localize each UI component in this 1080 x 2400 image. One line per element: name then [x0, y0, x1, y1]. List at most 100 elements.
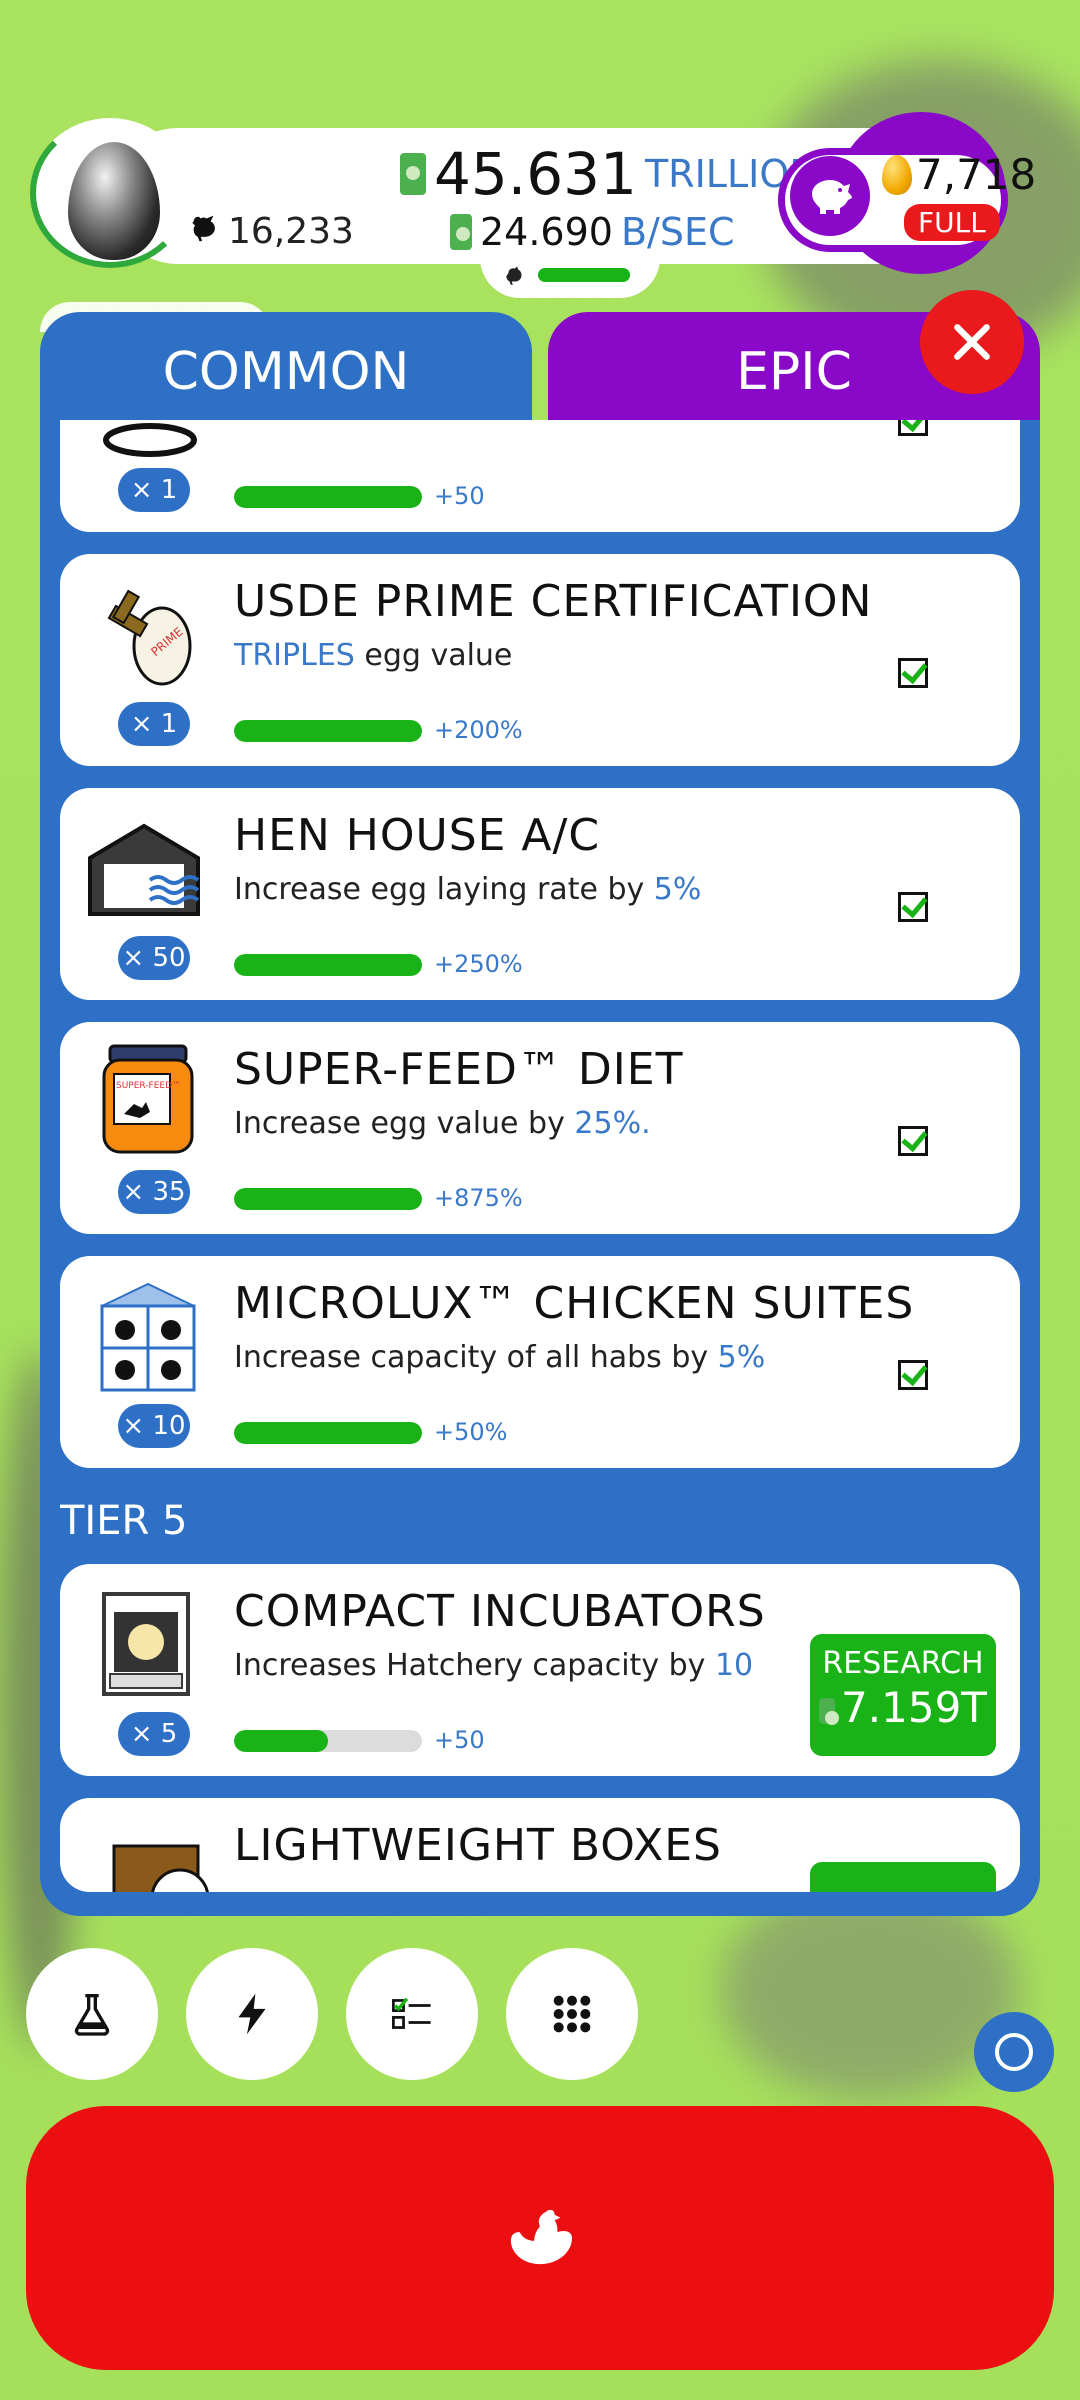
menu-button[interactable]: [506, 1948, 638, 2080]
research-progress-bar: [234, 486, 422, 508]
research-list[interactable]: × 1 +50 PRIME USDE PRIME CERTIFICATION T…: [60, 420, 1020, 1892]
top-bar: 16,233 45.631 TRILLION 24.690 B/SEC 7,71…: [30, 112, 1036, 298]
research-bonus: +875%: [434, 1184, 523, 1212]
description-highlight: 5%: [653, 872, 702, 907]
research-title: COMPACT INCUBATORS: [234, 1586, 766, 1637]
research-level-count: × 1: [118, 702, 190, 746]
chicken-icon: [502, 262, 528, 295]
research-card: COMPACT INCUBATORS Increases Hatchery ca…: [60, 1564, 1020, 1776]
boosts-button[interactable]: [186, 1948, 318, 2080]
lightweight-box-icon: [80, 1818, 220, 1892]
drone-progress-bar: [538, 268, 630, 282]
chicken-count-value: 16,233: [228, 211, 354, 252]
close-icon: [954, 324, 990, 360]
egg-icon: [68, 142, 160, 260]
research-progress-fill: [234, 1730, 328, 1752]
research-description: Increase egg laying rate by 5%: [234, 872, 701, 907]
research-button[interactable]: [810, 1862, 996, 1892]
research-level-count: × 5: [118, 1712, 190, 1756]
research-level-count: × 35: [118, 1170, 190, 1214]
grid-menu-icon: [553, 1995, 591, 2033]
checklist-icon: [392, 1997, 431, 2029]
assistant-button[interactable]: [974, 2012, 1054, 2092]
research-level-count: × 1: [118, 468, 190, 512]
description-text: Increases Hatchery capacity by: [234, 1648, 715, 1683]
drone-progress: [480, 258, 660, 298]
golden-egg-icon: [882, 154, 912, 195]
description-text: Increase egg value by: [234, 1106, 575, 1141]
egg-progress-ring[interactable]: [30, 118, 190, 268]
research-card: LIGHTWEIGHT BOXES: [60, 1798, 1020, 1892]
description-text: Increase egg laying rate by: [234, 872, 654, 907]
chicken-icon: [188, 210, 222, 253]
incubator-icon: [80, 1584, 220, 1704]
golden-egg-cluster[interactable]: 7,718 FULL: [748, 112, 1036, 274]
lightning-icon: [238, 1993, 266, 2035]
research-bonus: +50: [434, 1726, 485, 1754]
earning-rate-value: 24.690: [480, 210, 613, 254]
research-description: Increase egg value by 25%.: [234, 1106, 651, 1141]
chicken-suites-icon: [80, 1276, 220, 1396]
close-button[interactable]: [920, 290, 1024, 394]
completed-checkbox: [898, 892, 928, 922]
research-lab-button[interactable]: [26, 1948, 158, 2080]
golden-egg-count: 7,718: [882, 150, 1036, 199]
certification-stamp-icon: PRIME: [80, 574, 220, 694]
research-description: Increase capacity of all habs by 5%: [234, 1340, 765, 1375]
description-text: Increase capacity of all habs by: [234, 1340, 718, 1375]
silo-full-badge: FULL: [904, 204, 1000, 241]
research-progress-bar: [234, 1188, 422, 1210]
research-bonus: +250%: [434, 950, 523, 978]
research-level-count: × 10: [118, 1404, 190, 1448]
research-button-label: RESEARCH: [822, 1646, 984, 1681]
research-card: × 1 +50: [60, 420, 1020, 532]
research-title: MICROLUX™ CHICKEN SUITES: [234, 1278, 915, 1329]
completed-checkbox: [898, 658, 928, 688]
hen-house-icon: [80, 808, 220, 928]
research-cost: 7.159T: [810, 1683, 996, 1732]
research-bonus: +50%: [434, 1418, 508, 1446]
description-text: egg value: [354, 638, 513, 673]
research-panel: COMMON EPIC × 1 +50 PRIME USDE PRIME CER…: [40, 302, 1040, 1916]
research-progress-fill: [234, 486, 422, 508]
research-description: TRIPLES egg value: [234, 638, 512, 673]
money-amount: 45.631: [434, 140, 637, 208]
completed-checkbox: [898, 1360, 928, 1390]
completed-checkbox: [898, 420, 928, 436]
research-title: HEN HOUSE A/C: [234, 810, 601, 861]
chicken-icon: [510, 2209, 572, 2265]
research-card: HEN HOUSE A/C Increase egg laying rate b…: [60, 788, 1020, 1000]
money-bill-icon: [819, 1697, 840, 1725]
earning-rate-unit: B/SEC: [620, 210, 735, 254]
completed-checkbox: [898, 1126, 928, 1156]
research-icon: [80, 420, 220, 460]
research-card: PRIME USDE PRIME CERTIFICATION TRIPLES e…: [60, 554, 1020, 766]
flask-icon: [74, 1994, 110, 2036]
research-card: MICROLUX™ CHICKEN SUITES Increase capaci…: [60, 1256, 1020, 1468]
research-progress-fill: [234, 954, 422, 976]
research-button[interactable]: RESEARCH 7.159T: [810, 1634, 996, 1756]
tab-common[interactable]: COMMON: [40, 312, 532, 432]
description-text: .: [641, 1106, 651, 1141]
money-bill-icon: [450, 214, 472, 250]
research-title: SUPER-FEED™ DIET: [234, 1044, 684, 1095]
research-title: USDE PRIME CERTIFICATION: [234, 576, 873, 627]
hatch-chicken-button[interactable]: [26, 2106, 1054, 2370]
research-card: SUPER-FEED™ SUPER-FEED™ DIET Increase eg…: [60, 1022, 1020, 1234]
missions-button[interactable]: [346, 1948, 478, 2080]
piggy-bank-icon[interactable]: [790, 156, 870, 236]
research-progress-fill: [234, 1188, 422, 1210]
research-description: Increases Hatchery capacity by 10: [234, 1648, 753, 1683]
research-progress-bar: [234, 954, 422, 976]
research-title: LIGHTWEIGHT BOXES: [234, 1820, 722, 1871]
research-progress-bar: [234, 1422, 422, 1444]
research-list-container: × 1 +50 PRIME USDE PRIME CERTIFICATION T…: [40, 420, 1040, 1916]
research-level-count: × 50: [118, 936, 190, 980]
tier-label: TIER 5: [60, 1498, 188, 1544]
research-progress-bar: [234, 720, 422, 742]
research-bonus: +200%: [434, 716, 523, 744]
chicken-count: 16,233: [188, 210, 354, 253]
description-highlight: 10: [714, 1648, 754, 1683]
description-highlight: TRIPLES: [234, 638, 355, 673]
research-cost-value: 7.159T: [841, 1683, 987, 1732]
